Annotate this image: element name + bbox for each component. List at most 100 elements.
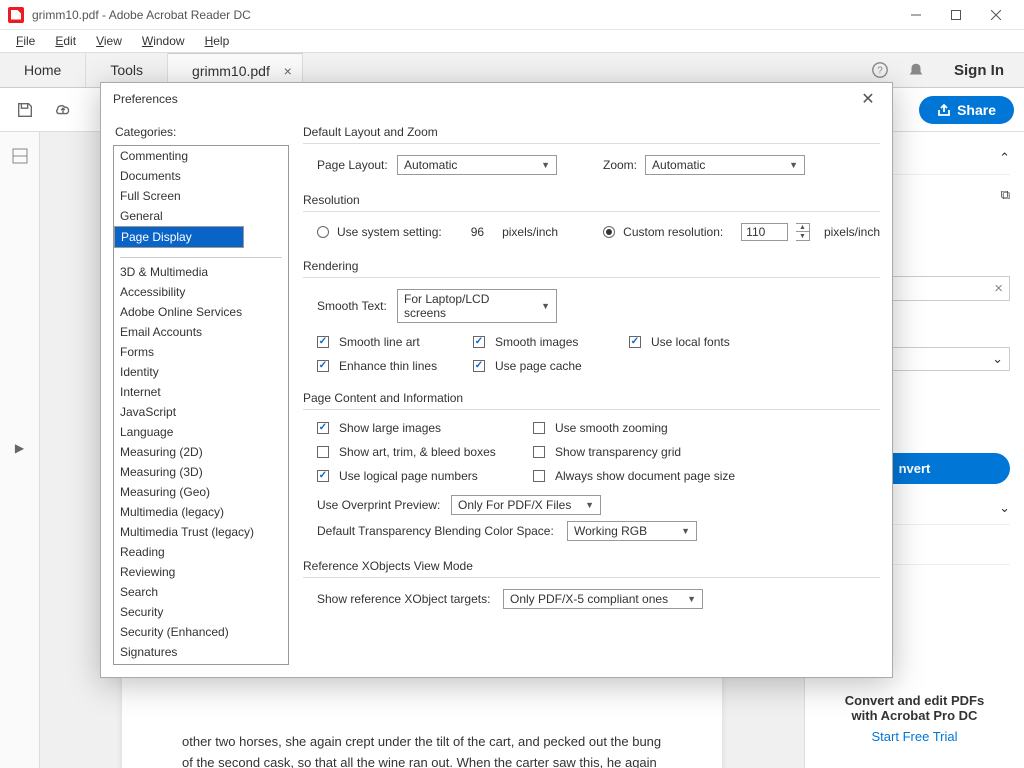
category-item[interactable]: Measuring (3D) <box>114 462 288 482</box>
spin-down-icon[interactable]: ▼ <box>796 232 809 240</box>
xobject-targets-label: Show reference XObject targets: <box>317 592 495 606</box>
category-item[interactable]: Email Accounts <box>114 322 288 342</box>
smooth-zooming-checkbox[interactable] <box>533 422 545 434</box>
pixels-label: pixels/inch <box>502 225 558 239</box>
zoom-label: Zoom: <box>603 158 637 172</box>
menu-edit[interactable]: Edit <box>47 32 84 50</box>
overprint-label: Use Overprint Preview: <box>317 498 443 512</box>
smooth-images-checkbox[interactable] <box>473 336 485 348</box>
share-icon <box>937 103 951 117</box>
chevron-down-icon: ⌄ <box>992 351 1003 367</box>
menu-view[interactable]: View <box>88 32 130 50</box>
menu-window[interactable]: Window <box>134 32 193 50</box>
left-rail: ▶ <box>0 132 40 768</box>
page-layout-select[interactable]: Automatic▼ <box>397 155 557 175</box>
use-local-fonts-checkbox[interactable] <box>629 336 641 348</box>
show-bleed-boxes-checkbox[interactable] <box>317 446 329 458</box>
category-item[interactable]: JavaScript <box>114 402 288 422</box>
clear-icon[interactable]: × <box>994 280 1003 297</box>
menu-file[interactable]: File <box>8 32 43 50</box>
categories-list[interactable]: CommentingDocumentsFull ScreenGeneralPag… <box>113 145 289 665</box>
category-item[interactable]: Reviewing <box>114 562 288 582</box>
minimize-button[interactable] <box>896 0 936 30</box>
smooth-text-label: Smooth Text: <box>317 299 389 313</box>
chevron-down-icon: ▼ <box>585 500 594 510</box>
category-item[interactable]: Language <box>114 422 288 442</box>
group-xobjects-title: Reference XObjects View Mode <box>303 559 880 579</box>
sign-in-link[interactable]: Sign In <box>934 53 1024 87</box>
menu-help[interactable]: Help <box>197 32 238 50</box>
dialog-close-icon[interactable]: ✕ <box>856 89 880 109</box>
category-item[interactable]: Measuring (2D) <box>114 442 288 462</box>
show-transparency-grid-checkbox[interactable] <box>533 446 545 458</box>
custom-resolution-radio[interactable] <box>603 226 615 238</box>
window-title: grimm10.pdf - Adobe Acrobat Reader DC <box>32 8 896 22</box>
settings-pane: Default Layout and Zoom Page Layout: Aut… <box>303 125 880 665</box>
category-item[interactable]: Spelling <box>114 662 288 665</box>
category-item[interactable]: Multimedia (legacy) <box>114 502 288 522</box>
chevron-down-icon: ⌄ <box>999 500 1010 516</box>
category-item[interactable]: Search <box>114 582 288 602</box>
spin-up-icon[interactable]: ▲ <box>796 224 809 232</box>
tab-home[interactable]: Home <box>0 53 86 87</box>
share-label: Share <box>957 102 996 118</box>
thumbnails-icon[interactable] <box>8 144 32 168</box>
xobject-targets-select[interactable]: Only PDF/X-5 compliant ones▼ <box>503 589 703 609</box>
preferences-dialog: Preferences ✕ Categories: CommentingDocu… <box>100 82 893 678</box>
tab-close-icon[interactable]: × <box>284 63 292 79</box>
blend-select[interactable]: Working RGB▼ <box>567 521 697 541</box>
category-item[interactable]: Documents <box>114 166 288 186</box>
chevron-down-icon: ▼ <box>541 301 550 311</box>
chevron-down-icon: ▼ <box>789 160 798 170</box>
overprint-select[interactable]: Only For PDF/X Files▼ <box>451 495 601 515</box>
chevron-up-icon: ⌃ <box>999 150 1010 166</box>
enhance-thin-lines-checkbox[interactable] <box>317 360 329 372</box>
start-trial-link[interactable]: Start Free Trial <box>819 729 1010 744</box>
app-icon <box>8 7 24 23</box>
save-icon[interactable] <box>10 95 40 125</box>
page-text: other two horses, she again crept under … <box>182 732 662 768</box>
maximize-button[interactable] <box>936 0 976 30</box>
category-item[interactable]: Full Screen <box>114 186 288 206</box>
category-item[interactable]: Security (Enhanced) <box>114 622 288 642</box>
tab-document-label: grimm10.pdf <box>192 63 270 79</box>
use-system-radio[interactable] <box>317 226 329 238</box>
logical-page-numbers-checkbox[interactable] <box>317 470 329 482</box>
smooth-text-select[interactable]: For Laptop/LCD screens▼ <box>397 289 557 323</box>
category-item[interactable]: General <box>114 206 288 226</box>
resolution-spinner[interactable]: ▲▼ <box>796 223 810 241</box>
category-item[interactable]: Multimedia Trust (legacy) <box>114 522 288 542</box>
share-button[interactable]: Share <box>919 96 1014 124</box>
dialog-title: Preferences <box>113 92 856 106</box>
group-resolution-title: Resolution <box>303 193 880 213</box>
category-item[interactable]: Reading <box>114 542 288 562</box>
bell-icon[interactable] <box>898 53 934 87</box>
category-item[interactable]: Forms <box>114 342 288 362</box>
category-item[interactable]: Measuring (Geo) <box>114 482 288 502</box>
category-item[interactable]: Commenting <box>114 146 288 166</box>
custom-resolution-label: Custom resolution: <box>623 225 733 239</box>
close-button[interactable] <box>976 0 1016 30</box>
category-item[interactable]: Adobe Online Services <box>114 302 288 322</box>
category-item[interactable]: Internet <box>114 382 288 402</box>
new-window-icon[interactable]: ⧉ <box>1001 187 1010 203</box>
category-item[interactable]: Page Display <box>114 226 244 248</box>
category-item[interactable]: Identity <box>114 362 288 382</box>
category-item[interactable]: 3D & Multimedia <box>114 262 288 282</box>
custom-resolution-input[interactable]: 110 <box>741 223 788 241</box>
menubar: File Edit View Window Help <box>0 30 1024 52</box>
left-rail-expand-icon[interactable]: ▶ <box>12 428 28 468</box>
smooth-line-art-checkbox[interactable] <box>317 336 329 348</box>
cloud-icon[interactable] <box>48 95 78 125</box>
zoom-select[interactable]: Automatic▼ <box>645 155 805 175</box>
category-item[interactable]: Signatures <box>114 642 288 662</box>
category-item[interactable]: Security <box>114 602 288 622</box>
group-layout-title: Default Layout and Zoom <box>303 125 880 145</box>
dialog-titlebar[interactable]: Preferences ✕ <box>101 83 892 115</box>
use-page-cache-checkbox[interactable] <box>473 360 485 372</box>
show-page-size-checkbox[interactable] <box>533 470 545 482</box>
system-resolution-value: 96 <box>455 225 484 239</box>
chevron-down-icon: ▼ <box>541 160 550 170</box>
category-item[interactable]: Accessibility <box>114 282 288 302</box>
show-large-images-checkbox[interactable] <box>317 422 329 434</box>
